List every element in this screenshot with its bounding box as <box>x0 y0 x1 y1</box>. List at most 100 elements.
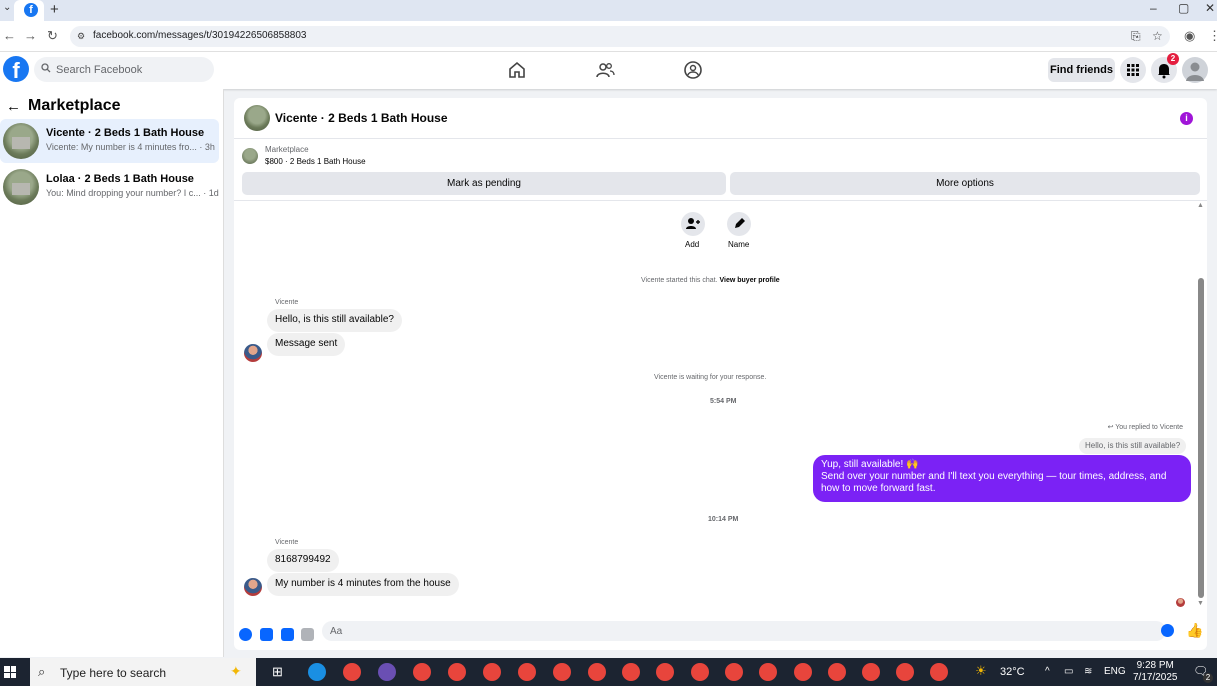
language-indicator[interactable]: ENG <box>1104 666 1126 677</box>
weather-icon[interactable]: ☀ <box>975 663 987 679</box>
browser-tab-bar: ⌄ f + – ▢ ✕ <box>0 0 1217 21</box>
chat-panel: Vicente · 2 Beds 1 Bath House i Marketpl… <box>234 98 1207 650</box>
my-message-line: Yup, still available! 🙌 <box>821 459 919 470</box>
menu-grid-button[interactable] <box>1120 57 1146 83</box>
chat-listing-avatar[interactable] <box>244 105 270 131</box>
listing-thumbnail <box>3 169 39 205</box>
plus-circle-icon[interactable] <box>239 628 252 641</box>
tab-list-chevron-icon[interactable]: ⌄ <box>3 2 11 13</box>
gif-icon[interactable] <box>301 628 314 641</box>
scroll-down-arrow-icon[interactable]: ▼ <box>1197 600 1204 607</box>
avatar[interactable] <box>244 578 262 596</box>
search-input[interactable] <box>34 57 214 82</box>
chrome-icon[interactable] <box>794 663 812 681</box>
view-buyer-profile-link[interactable]: View buyer profile <box>719 277 779 284</box>
forward-arrow-icon[interactable]: → <box>24 28 37 43</box>
chrome-icon[interactable] <box>518 663 536 681</box>
scroll-up-arrow-icon[interactable]: ▲ <box>1197 202 1204 209</box>
wifi-icon[interactable]: ≋ <box>1084 666 1092 677</box>
facebook-header: f Find friends 2 <box>0 52 1217 89</box>
message-bubble[interactable]: Hello, is this still available? <box>267 309 402 332</box>
minimize-icon[interactable]: – <box>1150 1 1157 15</box>
chrome-icon[interactable] <box>862 663 880 681</box>
chat-title[interactable]: Vicente · 2 Beds 1 Bath House <box>275 111 448 125</box>
task-view-icon[interactable]: ⊞ <box>272 664 283 680</box>
chrome-icon[interactable] <box>343 663 361 681</box>
my-message-line: Send over your number and I'll text you … <box>821 471 1167 494</box>
add-person-button[interactable] <box>681 212 705 236</box>
message-bubble[interactable]: 8168799492 <box>267 549 339 572</box>
new-tab-button[interactable]: + <box>50 1 59 18</box>
groups-icon[interactable] <box>683 60 703 80</box>
chrome-icon[interactable] <box>725 663 743 681</box>
emoji-icon[interactable] <box>1161 624 1174 637</box>
back-arrow-icon[interactable]: ← <box>3 28 16 43</box>
clock-time: 9:28 PM <box>1136 660 1174 671</box>
reload-icon[interactable]: ↻ <box>47 28 58 44</box>
chrome-icon[interactable] <box>448 663 466 681</box>
pencil-icon <box>735 218 745 228</box>
system-clock[interactable]: 9:28 PM 7/17/2025 <box>1133 660 1178 684</box>
conversation-snippet: Vicente: My number is 4 minutes fro... ·… <box>46 142 215 152</box>
listing-summary[interactable]: Marketplace $800 · 2 Beds 1 Bath House <box>234 140 1207 170</box>
info-icon[interactable]: i <box>1180 112 1193 125</box>
menu-grid-icon <box>1127 64 1139 76</box>
weather-temp[interactable]: 32°C <box>1000 666 1025 678</box>
chrome-icon[interactable] <box>622 663 640 681</box>
avatar[interactable] <box>244 344 262 362</box>
chrome-icon[interactable] <box>691 663 709 681</box>
back-arrow-icon[interactable]: ← <box>6 98 21 115</box>
chrome-icon[interactable] <box>588 663 606 681</box>
message-bubble[interactable]: Message sent <box>267 333 346 356</box>
photo-icon[interactable] <box>260 628 273 641</box>
mark-as-pending-button[interactable]: Mark as pending <box>242 172 726 195</box>
chrome-icon[interactable] <box>930 663 948 681</box>
chrome-icon[interactable] <box>656 663 674 681</box>
chrome-icon[interactable] <box>483 663 501 681</box>
windows-start-icon[interactable] <box>4 666 16 678</box>
taskbar-search-box[interactable]: ⌕ Type here to search ✦ <box>30 658 256 686</box>
install-app-icon[interactable]: ⎘ <box>1131 29 1141 44</box>
chrome-icon[interactable] <box>828 663 846 681</box>
chat-started-notice: Vicente started this chat. View buyer pr… <box>641 277 780 284</box>
name-button[interactable] <box>727 212 751 236</box>
quoted-message[interactable]: Hello, is this still available? <box>1079 438 1187 454</box>
message-input[interactable] <box>322 621 1166 641</box>
my-message-bubble[interactable]: Yup, still available! 🙌 Send over your n… <box>813 455 1191 502</box>
windows-taskbar: ⌕ Type here to search ✦ ⊞ ☀ 32°C ^ ▭ ≋ E… <box>0 658 1217 686</box>
message-bubble[interactable]: My number is 4 minutes from the house <box>267 573 459 596</box>
timestamp: 10:14 PM <box>708 516 739 523</box>
conversation-item-vicente[interactable]: Vicente · 2 Beds 1 Bath House Vicente: M… <box>0 119 219 163</box>
sticker-icon[interactable] <box>281 628 294 641</box>
close-window-icon[interactable]: ✕ <box>1205 1 1215 15</box>
more-options-button[interactable]: More options <box>730 172 1200 195</box>
add-person-icon <box>686 218 700 229</box>
started-text: Vicente started this chat. <box>641 277 718 284</box>
scrollbar-thumb[interactable] <box>1198 278 1204 598</box>
conversation-item-lolaa[interactable]: Lolaa · 2 Beds 1 Bath House You: Mind dr… <box>0 165 219 209</box>
account-avatar[interactable] <box>1182 57 1208 83</box>
facebook-logo[interactable]: f <box>3 56 29 83</box>
thumbs-up-icon[interactable]: 👍 <box>1186 622 1203 639</box>
chrome-icon[interactable] <box>413 663 431 681</box>
app-icon[interactable] <box>378 663 396 681</box>
profile-icon[interactable]: ◉ <box>1184 28 1195 44</box>
maximize-icon[interactable]: ▢ <box>1178 1 1189 15</box>
home-icon[interactable] <box>507 60 527 80</box>
site-settings-icon[interactable]: ⚙ <box>77 31 85 42</box>
divider <box>234 200 1207 201</box>
browser-menu-icon[interactable]: ⋮ <box>1208 28 1217 44</box>
chrome-icon[interactable] <box>896 663 914 681</box>
sidebar-title: Marketplace <box>28 97 121 114</box>
find-friends-button[interactable]: Find friends <box>1048 58 1115 82</box>
edge-icon[interactable] <box>308 663 326 681</box>
sender-name: Vicente <box>275 539 299 546</box>
url-field[interactable]: ⚙ facebook.com/messages/t/30194226506858… <box>70 26 1170 47</box>
friends-icon[interactable] <box>595 60 615 80</box>
battery-icon[interactable]: ▭ <box>1064 666 1073 677</box>
tray-chevron-icon[interactable]: ^ <box>1045 666 1050 677</box>
notification-badge: 2 <box>1167 53 1179 65</box>
chrome-icon[interactable] <box>759 663 777 681</box>
chrome-icon[interactable] <box>553 663 571 681</box>
bookmark-star-icon[interactable]: ☆ <box>1152 29 1163 43</box>
